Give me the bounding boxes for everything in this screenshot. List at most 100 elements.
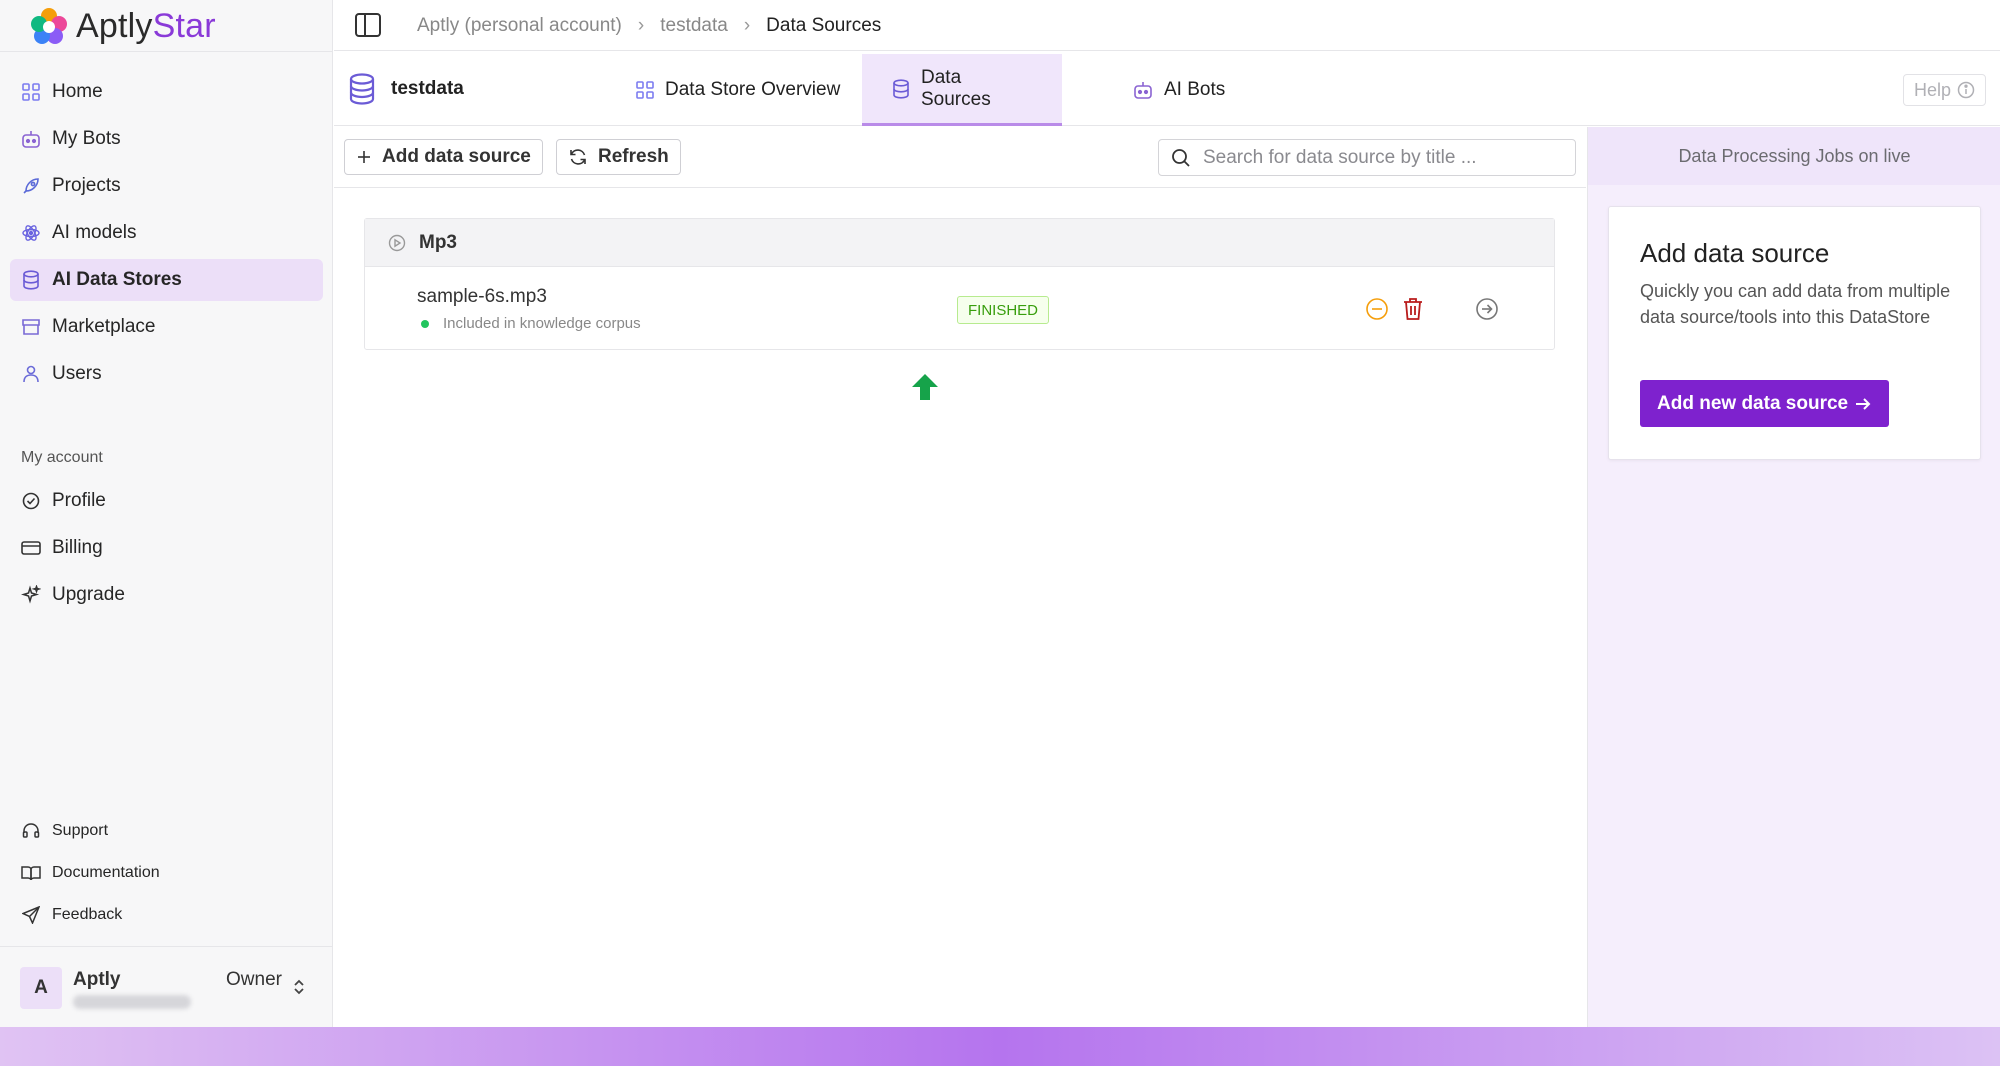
- card-icon: [21, 538, 41, 558]
- bot-icon: [1133, 81, 1153, 99]
- user-icon: [21, 364, 41, 384]
- sidebar-item-ai-models[interactable]: AI models: [10, 212, 323, 254]
- sidebar-item-label: My Bots: [52, 128, 121, 149]
- data-source-group: Mp3 sample-6s.mp3 Included in knowledge …: [364, 218, 1555, 350]
- plus-icon: [356, 149, 372, 165]
- sidebar-item-label: Documentation: [52, 864, 160, 881]
- exclude-minus-circle-icon[interactable]: [1365, 297, 1389, 321]
- sidebar-item-users[interactable]: Users: [10, 353, 323, 395]
- sidebar-item-my-bots[interactable]: My Bots: [10, 118, 323, 160]
- sidebar-item-label: Home: [52, 81, 103, 102]
- sidebar-item-marketplace[interactable]: Marketplace: [10, 306, 323, 348]
- book-icon: [21, 863, 41, 883]
- info-icon: [1957, 81, 1975, 99]
- sidebar-item-label: AI Data Stores: [52, 269, 182, 290]
- tab-label: AI Bots: [1164, 79, 1226, 100]
- tab-data-store-overview[interactable]: Data Store Overview: [606, 54, 870, 126]
- tab-ai-bots[interactable]: AI Bots: [1103, 54, 1255, 126]
- group-header[interactable]: Mp3: [365, 219, 1554, 267]
- sidebar-item-profile[interactable]: Profile: [10, 480, 323, 522]
- home-icon: [21, 82, 41, 102]
- bot-icon: [21, 129, 41, 149]
- user-switcher[interactable]: A Aptly Owner: [0, 946, 333, 1027]
- help-label: Help: [1913, 79, 1951, 100]
- sidebar-item-feedback[interactable]: Feedback: [10, 897, 323, 933]
- add-data-source-label: Add data source: [382, 146, 531, 167]
- sidebar-item-upgrade[interactable]: Upgrade: [10, 574, 323, 616]
- sidebar-item-label: Marketplace: [52, 316, 156, 337]
- sidebar-item-billing[interactable]: Billing: [10, 527, 323, 569]
- corpus-status: Included in knowledge corpus: [421, 315, 641, 332]
- sidebar-item-label: Feedback: [52, 906, 123, 923]
- search-icon: [1171, 148, 1191, 168]
- sidebar-item-support[interactable]: Support: [10, 813, 323, 849]
- breadcrumb: Aptly (personal account) › testdata › Da…: [417, 0, 881, 51]
- flower-logo-icon: [31, 8, 67, 44]
- footer-nav: Support Documentation Feedback: [10, 813, 323, 939]
- database-icon: [21, 270, 41, 290]
- database-icon: [348, 73, 376, 105]
- logo-text: AptlyStar: [76, 6, 216, 45]
- list-item: sample-6s.mp3 Included in knowledge corp…: [365, 267, 1554, 349]
- atom-icon: [21, 223, 41, 243]
- add-data-source-card: Add data source Quickly you can add data…: [1608, 206, 1981, 460]
- status-dot-icon: [421, 319, 429, 328]
- sidebar-item-label: Upgrade: [52, 584, 125, 605]
- sidebar-item-documentation[interactable]: Documentation: [10, 855, 323, 891]
- sidebar-item-label: Projects: [52, 175, 121, 196]
- sidebar-item-label: Users: [52, 363, 102, 384]
- add-new-data-source-label: Add new data source: [1657, 392, 1849, 414]
- tab-data-sources[interactable]: Data Sources: [862, 54, 1062, 126]
- breadcrumb-item-datastore[interactable]: testdata: [660, 15, 728, 37]
- chevron-up-down-icon[interactable]: [292, 977, 306, 997]
- tab-label: Data Sources: [921, 66, 991, 110]
- store-icon: [21, 317, 41, 337]
- refresh-icon: [568, 147, 588, 167]
- datastore-title: testdata: [348, 52, 464, 126]
- refresh-button[interactable]: Refresh: [556, 139, 681, 175]
- user-email-redacted: [73, 995, 191, 1009]
- sidebar-item-label: Support: [52, 822, 109, 839]
- breadcrumb-current: Data Sources: [766, 14, 882, 36]
- add-data-source-button[interactable]: Add data source: [344, 139, 543, 175]
- sidebar-item-label: AI models: [52, 222, 137, 243]
- sidebar-item-label: Billing: [52, 537, 103, 558]
- headset-icon: [21, 821, 41, 841]
- search-box: [1158, 139, 1576, 176]
- corpus-status-text: Included in knowledge corpus: [443, 315, 641, 332]
- chevron-right-icon: ›: [743, 14, 751, 36]
- sidebar-item-label: Profile: [52, 490, 106, 511]
- user-name: Aptly: [73, 969, 121, 990]
- status-badge: FINISHED: [957, 296, 1050, 324]
- data-source-toolbar: Add data source Refresh: [334, 127, 1586, 188]
- file-name: sample-6s.mp3: [417, 286, 547, 307]
- breadcrumb-item-account[interactable]: Aptly (personal account): [417, 15, 622, 37]
- sparkle-icon: [21, 585, 41, 605]
- grid-icon: [636, 81, 654, 99]
- main-nav: Home My Bots Projects AI models AI Data …: [10, 71, 323, 400]
- right-panel: Data Processing Jobs on live Add data so…: [1587, 127, 2000, 1027]
- sidebar-item-ai-data-stores[interactable]: AI Data Stores: [10, 259, 323, 301]
- add-new-data-source-button[interactable]: Add new data source: [1640, 380, 1890, 427]
- database-icon: [892, 78, 910, 99]
- user-role: Owner: [226, 969, 282, 990]
- sidebar-toggle-icon[interactable]: [354, 12, 382, 38]
- sidebar-item-projects[interactable]: Projects: [10, 165, 323, 207]
- app-logo[interactable]: AptlyStar: [30, 4, 216, 48]
- search-input[interactable]: [1203, 146, 1563, 169]
- open-arrow-circle-icon[interactable]: [1475, 297, 1499, 321]
- my-account-section-label: My account: [21, 449, 103, 466]
- upload-arrow-icon: [910, 372, 940, 402]
- tab-label: Data Store Overview: [665, 79, 841, 100]
- logo-divider: [0, 51, 333, 52]
- sidebar-item-home[interactable]: Home: [10, 71, 323, 113]
- help-button[interactable]: Help: [1902, 74, 1986, 106]
- profile-icon: [21, 491, 41, 511]
- account-nav: Profile Billing Upgrade: [10, 480, 323, 621]
- delete-trash-icon[interactable]: [1402, 297, 1424, 321]
- top-bar: Aptly (personal account) › testdata › Da…: [334, 0, 2000, 51]
- card-description: Quickly you can add data from multiple d…: [1640, 281, 1951, 327]
- card-title: Add data source: [1640, 238, 1830, 268]
- chevron-right-icon: ›: [637, 14, 645, 36]
- refresh-label: Refresh: [598, 146, 669, 167]
